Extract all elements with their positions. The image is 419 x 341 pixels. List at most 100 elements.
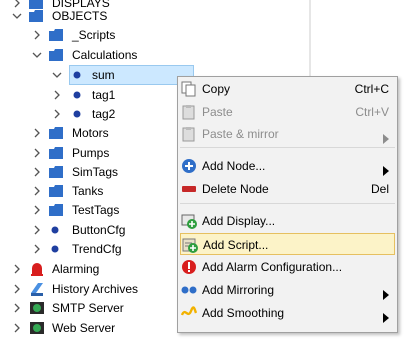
chevron-right-icon[interactable] [32,225,42,235]
smoothing-icon [180,305,198,321]
folder-icon [48,48,64,62]
tree-item-label: Calculations [72,48,138,62]
menu-item-label: Copy [202,82,231,96]
context-menu: Copy Ctrl+C Paste Ctrl+V Paste & mirror … [177,76,398,333]
menu-item-copy[interactable]: Copy Ctrl+C [180,78,395,100]
menu-item-label: Add Alarm Configuration... [202,260,343,274]
tree-item-motors[interactable]: Motors [0,123,200,143]
tree-item-sum[interactable]: sum [0,65,200,85]
chevron-right-icon[interactable] [32,128,42,138]
chevron-down-icon[interactable] [52,70,62,80]
tree-item-label: SimTags [72,165,119,179]
smtp-server-icon [29,301,45,315]
tree-item-history-archives[interactable]: History Archives [0,279,200,299]
tag-bullet-icon [72,88,88,102]
menu-item-paste-mirror[interactable]: Paste & mirror [180,123,395,145]
add-node-icon [181,158,197,174]
chevron-right-icon[interactable] [32,244,42,254]
tree-item-simtags[interactable]: SimTags [0,162,200,182]
tree-item-tanks[interactable]: Tanks [0,181,200,201]
chevron-right-icon[interactable] [52,109,62,119]
tree-item-label: Tanks [72,184,104,198]
menu-item-shortcut: Ctrl+C [354,82,389,96]
folder-icon [48,184,64,198]
chevron-right-icon[interactable] [32,167,42,177]
menu-item-label: Add Script... [203,238,269,252]
tree-scroll-edge [309,0,311,80]
chevron-right-icon[interactable] [52,90,62,100]
mirroring-icon [181,282,197,298]
tree-item-label: tag2 [92,107,116,121]
tree-item-testtags[interactable]: TestTags [0,200,200,220]
paste-mirror-icon [181,126,197,142]
menu-item-delete-node[interactable]: Delete Node Del [180,178,395,200]
chevron-right-icon[interactable] [12,284,22,294]
menu-item-add-node[interactable]: Add Node... [180,155,395,177]
chevron-right-icon[interactable] [12,303,22,313]
archive-book-icon [29,282,45,296]
tree-item-label: TestTags [72,203,120,217]
menu-item-shortcut: Ctrl+V [355,105,389,119]
submenu-arrow-icon [383,285,389,300]
submenu-arrow-icon [383,308,389,323]
tree-item-label: Alarming [52,262,100,276]
tag-bullet-icon [72,107,88,121]
tree-item-label: _Scripts [72,28,116,42]
delete-icon [181,181,197,197]
menu-separator [180,203,395,204]
chevron-down-icon[interactable] [32,50,42,60]
menu-item-paste[interactable]: Paste Ctrl+V [180,101,395,123]
chevron-right-icon[interactable] [12,323,22,333]
tree-item-web-server[interactable]: Web Server [0,318,200,338]
tree-item-tag1[interactable]: tag1 [0,85,200,105]
tree-item-label: ButtonCfg [72,223,126,237]
menu-item-add-alarm-configuration[interactable]: Add Alarm Configuration... [180,256,395,278]
chevron-right-icon[interactable] [32,148,42,158]
tree-item-smtp-server[interactable]: SMTP Server [0,298,200,318]
chevron-right-icon[interactable] [32,205,42,215]
menu-item-label: Add Node... [202,159,266,173]
tree-item-buttoncfg[interactable]: ButtonCfg [0,220,200,240]
menu-item-add-mirroring[interactable]: Add Mirroring [180,279,395,301]
menu-item-label: Add Smoothing [202,306,285,320]
submenu-arrow-icon [383,129,389,144]
tree-item-calculations[interactable]: Calculations [0,45,200,65]
tree-item-objects[interactable]: OBJECTS [0,6,200,26]
chevron-down-icon[interactable] [12,11,22,21]
add-display-icon [181,213,197,229]
menu-item-label: Add Mirroring [202,283,275,297]
submenu-arrow-icon [383,161,389,176]
tree-item-label: sum [92,68,115,82]
tag-bullet-icon [50,223,66,237]
alarm-bell-icon [29,262,45,276]
tree-item-trendcfg[interactable]: TrendCfg [0,239,200,259]
tree-item-alarming[interactable]: Alarming [0,259,200,279]
folder-icon [48,165,64,179]
menu-item-add-script[interactable]: Add Script... [180,233,395,255]
tree-item-scripts[interactable]: _Scripts [0,25,200,45]
tree-item-label: SMTP Server [52,301,124,315]
tag-bullet-icon [50,242,66,256]
tree-item-label: Motors [72,126,109,140]
menu-item-add-display[interactable]: Add Display... [180,210,395,232]
tree-item-label: Web Server [52,321,116,335]
add-script-icon [182,237,198,253]
tree-item-tag2[interactable]: tag2 [0,104,200,124]
copy-icon [181,81,197,97]
chevron-right-icon[interactable] [12,264,22,274]
menu-separator [180,147,395,148]
tree-item-label: tag1 [92,88,116,102]
menu-item-label: Paste & mirror [202,127,279,141]
menu-item-label: Paste [202,105,233,119]
folder-icon [48,203,64,217]
tree-item-label: OBJECTS [52,9,108,23]
tag-bullet-icon [72,68,88,82]
folder-icon [48,28,64,42]
chevron-right-icon[interactable] [32,30,42,40]
chevron-right-icon[interactable] [32,186,42,196]
paste-icon [181,104,197,120]
tree-item-pumps[interactable]: Pumps [0,143,200,163]
tree-item-label: History Archives [52,282,139,296]
menu-item-shortcut: Del [370,182,389,196]
menu-item-add-smoothing[interactable]: Add Smoothing [180,302,395,324]
